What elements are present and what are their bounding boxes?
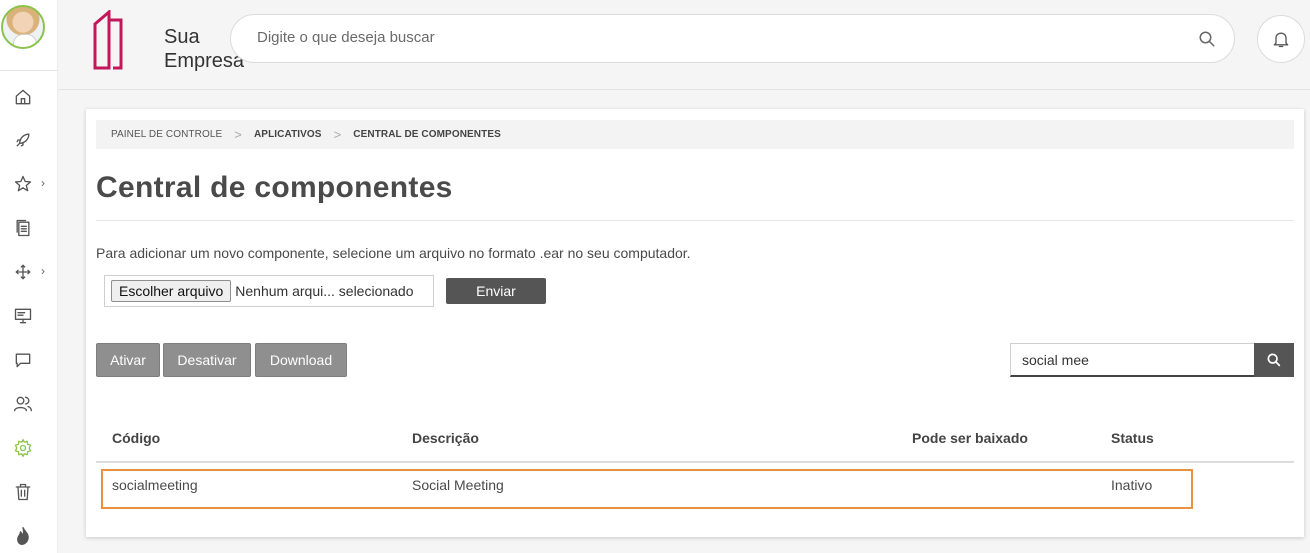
deactivate-button[interactable]: Desativar — [163, 343, 251, 377]
row-description: Social Meeting — [412, 477, 504, 493]
row-status: Inativo — [1111, 477, 1153, 493]
arrows-icon[interactable] — [12, 261, 34, 283]
users-icon[interactable] — [12, 393, 34, 415]
flame-icon[interactable] — [12, 525, 34, 547]
search-icon[interactable] — [1198, 30, 1216, 48]
documents-icon[interactable] — [12, 217, 34, 239]
star-icon[interactable] — [12, 173, 34, 195]
title-divider — [96, 220, 1294, 221]
file-input[interactable]: Escolher arquivo Nenhum arqui... selecio… — [104, 275, 434, 307]
top-bar: Sua Empresa — [58, 0, 1310, 90]
breadcrumb-aplicativos[interactable]: APLICATIVOS — [254, 129, 322, 140]
sidebar-divider — [0, 70, 58, 71]
logo-line2: Empresa — [164, 50, 245, 72]
activate-button[interactable]: Ativar — [96, 343, 160, 377]
notifications-button[interactable] — [1257, 15, 1305, 63]
star-expand-chevron-icon[interactable]: › — [41, 176, 45, 190]
content-card: PAINEL DE CONTROLE > APLICATIVOS > CENTR… — [86, 109, 1304, 537]
trash-icon[interactable] — [12, 481, 34, 503]
arrows-expand-chevron-icon[interactable]: › — [41, 264, 45, 278]
rocket-icon[interactable] — [12, 129, 34, 151]
global-search[interactable] — [230, 14, 1235, 63]
breadcrumb-chevron-icon: > — [333, 127, 342, 142]
monitor-icon[interactable] — [12, 305, 34, 327]
table-header-divider — [96, 461, 1294, 463]
filter-input[interactable] — [1022, 352, 1247, 368]
column-header-downloadable[interactable]: Pode ser baixado — [912, 430, 1028, 446]
component-filter[interactable] — [1010, 343, 1255, 377]
global-search-input[interactable] — [257, 29, 1157, 46]
bell-icon — [1273, 32, 1289, 48]
gear-icon[interactable] — [12, 437, 34, 459]
page-title: Central de componentes — [96, 171, 453, 204]
table-row-highlight[interactable] — [101, 469, 1193, 509]
download-button[interactable]: Download — [255, 343, 347, 377]
breadcrumb-chevron-icon: > — [234, 127, 242, 142]
company-logo[interactable]: Sua Empresa — [91, 10, 244, 72]
avatar[interactable] — [1, 5, 45, 49]
chat-icon[interactable] — [12, 349, 34, 371]
column-header-description[interactable]: Descrição — [412, 430, 479, 446]
no-file-label: Nenhum arqui... selecionado — [235, 283, 414, 299]
search-icon — [1267, 353, 1281, 367]
breadcrumb-painel[interactable]: PAINEL DE CONTROLE — [111, 129, 222, 140]
breadcrumb: PAINEL DE CONTROLE > APLICATIVOS > CENTR… — [96, 120, 1294, 149]
breadcrumb-current: CENTRAL DE COMPONENTES — [353, 129, 501, 140]
sidebar: › › — [0, 0, 58, 553]
column-header-code[interactable]: Código — [112, 430, 160, 446]
submit-button[interactable]: Enviar — [446, 278, 546, 304]
row-code[interactable]: socialmeeting — [112, 477, 198, 493]
upload-instructions: Para adicionar um novo componente, selec… — [96, 245, 691, 261]
home-icon[interactable] — [12, 86, 34, 108]
filter-search-button[interactable] — [1254, 343, 1294, 377]
choose-file-button[interactable]: Escolher arquivo — [111, 280, 232, 302]
column-header-status[interactable]: Status — [1111, 430, 1154, 446]
